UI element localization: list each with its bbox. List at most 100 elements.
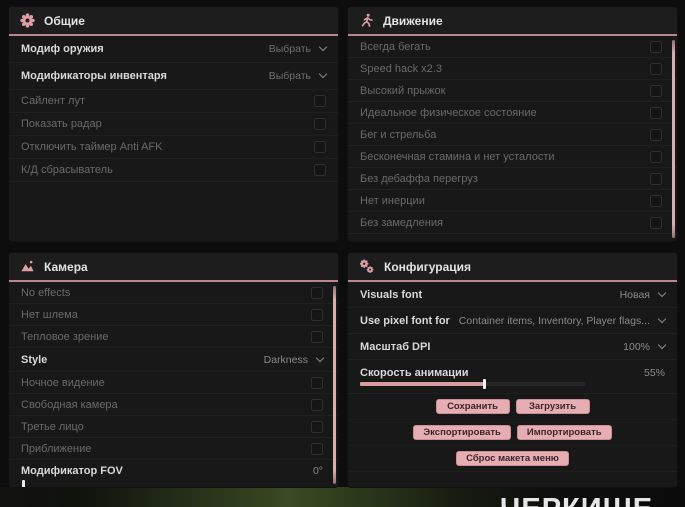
setting-row-inventory-mods: Модификаторы инвентаря Выбрать	[9, 63, 338, 90]
setting-label: Сайлент лут	[21, 95, 85, 107]
chevron-down-icon	[315, 353, 325, 362]
panel-camera-header[interactable]: Камера	[9, 253, 338, 282]
setting-label: Speed hack x2.3	[360, 62, 442, 75]
animation-speed-value: 55%	[643, 367, 665, 379]
checkbox[interactable]	[311, 330, 323, 343]
dropdown-value: Darkness	[263, 353, 308, 366]
animation-speed-slider[interactable]	[360, 379, 585, 389]
checkbox[interactable]	[311, 308, 323, 321]
checkbox[interactable]	[650, 62, 662, 75]
setting-label: Нет инерции	[360, 194, 425, 207]
chevron-down-icon	[657, 288, 667, 297]
panel-title: Движение	[383, 13, 443, 28]
checkbox[interactable]	[314, 164, 326, 176]
visuals-font-dropdown[interactable]: Новая	[619, 288, 667, 301]
fov-value: 0°	[312, 465, 323, 477]
scrollbar[interactable]	[333, 286, 336, 484]
style-dropdown[interactable]: Darkness	[263, 353, 325, 366]
toggle-row-no-slowdown[interactable]: Без замедления	[348, 212, 677, 234]
setting-label: Приближение	[21, 442, 92, 455]
checkbox[interactable]	[311, 286, 323, 299]
checkbox[interactable]	[650, 216, 662, 229]
weapon-mod-dropdown[interactable]: Выбрать	[268, 42, 328, 55]
setting-label: Нет шлема	[21, 308, 78, 321]
setting-label: Свободная камера	[21, 398, 118, 411]
setting-label: Ночное видение	[21, 376, 105, 389]
panel-config-header[interactable]: Конфигурация	[348, 253, 677, 282]
toggle-row-no-effects[interactable]: No effects	[9, 282, 338, 304]
checkbox[interactable]	[650, 40, 662, 53]
setting-label: Отключить таймер Anti AFK	[21, 141, 163, 153]
reset-menu-layout-button[interactable]: Сброс макета меню	[456, 451, 569, 466]
save-button[interactable]: Сохранить	[435, 399, 510, 414]
checkbox[interactable]	[314, 95, 326, 107]
setting-row-animation-speed: Скорость анимации 55%	[348, 360, 677, 394]
fov-slider-handle[interactable]	[22, 480, 25, 487]
export-button[interactable]: Экспортировать	[413, 425, 511, 440]
slider-handle[interactable]	[482, 379, 486, 389]
checkbox[interactable]	[650, 128, 662, 141]
setting-label: Бег и стрельба	[360, 128, 437, 141]
setting-row-dpi-scale: Масштаб DPI 100%	[348, 334, 677, 360]
toggle-row-no-helmet[interactable]: Нет шлема	[9, 304, 338, 326]
dpi-scale-dropdown[interactable]: 100%	[623, 340, 667, 353]
load-button[interactable]: Загрузить	[515, 399, 590, 414]
toggle-row-infinite-stamina[interactable]: Бесконечная стамина и нет усталости	[348, 146, 677, 168]
setting-label: Use pixel font for	[360, 314, 450, 327]
button-row-reset: Сброс макета меню	[348, 446, 677, 472]
toggle-row-always-run[interactable]: Всегда бегать	[348, 36, 677, 58]
panel-config: Конфигурация Visuals font Новая Use pixe…	[347, 252, 678, 488]
slider-fill	[360, 379, 486, 389]
checkbox[interactable]	[650, 172, 662, 185]
setting-label: Модиф оружия	[21, 43, 104, 55]
setting-label: К/Д сбрасыватель	[21, 164, 113, 176]
checkbox[interactable]	[650, 106, 662, 119]
toggle-row-speed-hack[interactable]: Speed hack x2.3	[348, 58, 677, 80]
toggle-row-third-person[interactable]: Третье лицо	[9, 416, 338, 438]
setting-label: Показать радар	[21, 118, 102, 130]
mountains-icon	[20, 259, 35, 274]
toggle-row-cooldown-reset[interactable]: К/Д сбрасыватель	[9, 159, 338, 182]
checkbox[interactable]	[650, 84, 662, 97]
toggle-row-high-jump[interactable]: Высокий прыжок	[348, 80, 677, 102]
setting-label: Без замедления	[360, 216, 443, 229]
panel-movement-header[interactable]: Движение	[348, 7, 677, 36]
panel-general-header[interactable]: Общие	[9, 7, 338, 36]
dropdown-value: Новая	[619, 288, 650, 301]
gears-icon	[359, 259, 375, 274]
setting-row-pixel-font: Use pixel font for Container items, Inve…	[348, 308, 677, 334]
toggle-row-anti-afk[interactable]: Отключить таймер Anti AFK	[9, 136, 338, 159]
pixel-font-dropdown[interactable]: Container items, Inventory, Player flags…	[459, 314, 667, 327]
checkbox[interactable]	[314, 141, 326, 153]
toggle-row-no-overload-debuff[interactable]: Без дебаффа перегруз	[348, 168, 677, 190]
import-button[interactable]: Импортировать	[516, 425, 612, 440]
toggle-row-zoom[interactable]: Приближение	[9, 438, 338, 460]
toggle-row-thermal-vision[interactable]: Тепловое зрение	[9, 326, 338, 348]
setting-label: Без дебаффа перегруз	[360, 172, 478, 185]
toggle-row-run-and-shoot[interactable]: Бег и стрельба	[348, 124, 677, 146]
checkbox[interactable]	[311, 398, 323, 411]
toggle-row-silent-loot[interactable]: Сайлент лут	[9, 90, 338, 113]
inventory-mods-dropdown[interactable]: Выбрать	[269, 69, 328, 82]
checkbox[interactable]	[311, 420, 323, 433]
setting-row-visuals-font: Visuals font Новая	[348, 282, 677, 308]
toggle-row-no-inertia[interactable]: Нет инерции	[348, 190, 677, 212]
setting-label: Высокий прыжок	[360, 84, 446, 97]
toggle-row-show-radar[interactable]: Показать радар	[9, 113, 338, 136]
button-row-export-import: Экспортировать Импортировать	[348, 420, 677, 446]
toggle-row-night-vision[interactable]: Ночное видение	[9, 372, 338, 394]
scrollbar[interactable]	[672, 40, 675, 238]
checkbox[interactable]	[650, 194, 662, 207]
panel-camera: Камера No effects Нет шлема Тепловое зре…	[8, 252, 339, 488]
checkbox[interactable]	[650, 150, 662, 163]
checkbox[interactable]	[311, 376, 323, 389]
setting-label: Модификатор FOV	[21, 465, 123, 477]
panel-general: Общие Модиф оружия Выбрать Модификаторы …	[8, 6, 339, 242]
checkbox[interactable]	[314, 118, 326, 130]
checkbox[interactable]	[311, 442, 323, 455]
toggle-row-perfect-condition[interactable]: Идеальное физическое состояние	[348, 102, 677, 124]
gear-icon	[20, 13, 35, 28]
dropdown-value: 100%	[623, 340, 650, 353]
dropdown-value: Выбрать	[268, 43, 311, 55]
toggle-row-free-camera[interactable]: Свободная камера	[9, 394, 338, 416]
